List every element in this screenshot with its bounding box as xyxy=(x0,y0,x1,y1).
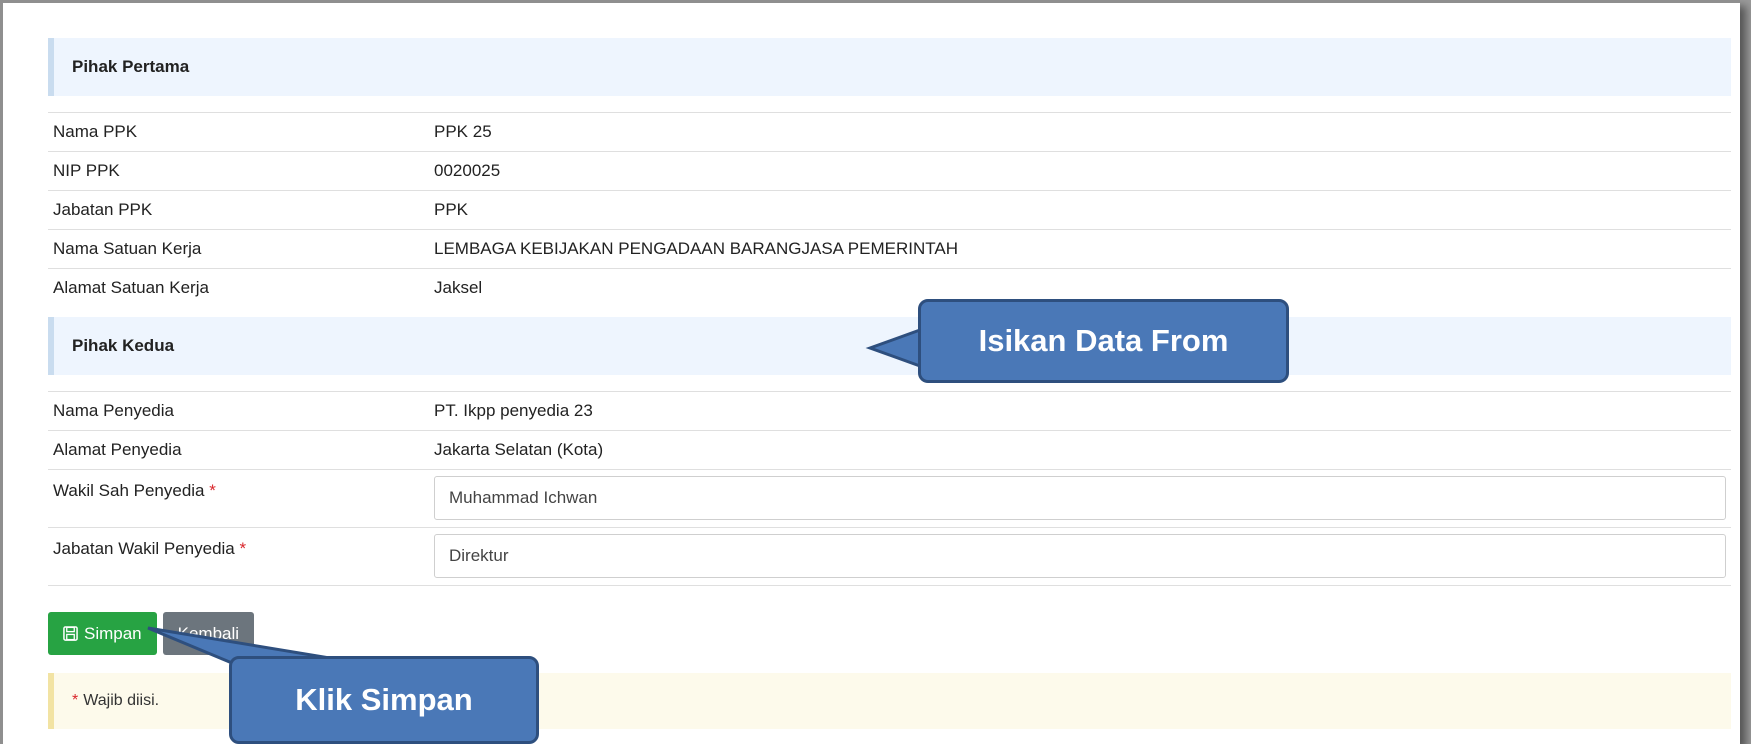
callout-isikan-data: Isikan Data From xyxy=(918,299,1289,383)
callout-pointer-isikan xyxy=(865,327,922,369)
callout-pointers xyxy=(147,327,922,665)
callout-klik-simpan: Klik Simpan xyxy=(229,656,539,744)
